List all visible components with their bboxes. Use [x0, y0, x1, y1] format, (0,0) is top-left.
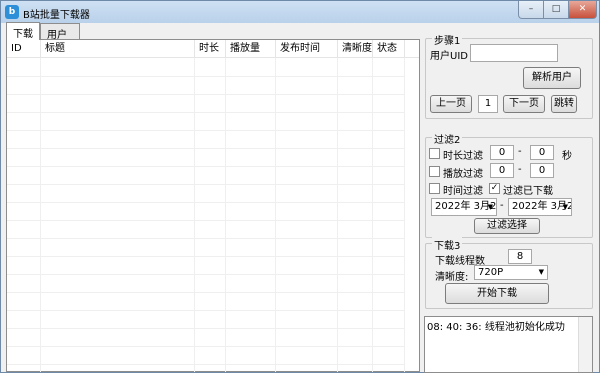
- chevron-down-icon: ▼: [538, 268, 544, 276]
- step1-legend: 步骤1: [432, 32, 463, 47]
- plays-filter-label: 播放过滤: [443, 169, 483, 180]
- start-download-button[interactable]: 开始下载: [445, 283, 549, 304]
- grid-row-line: [7, 202, 405, 203]
- step1-group: 步骤1 用户UID 解析用户 上一页 1 下一页 跳转: [425, 32, 593, 119]
- grid-line: [225, 58, 226, 372]
- grid-row-line: [7, 94, 405, 95]
- column-header-duration[interactable]: 时长: [195, 40, 226, 58]
- grid-row-line: [7, 364, 405, 365]
- filter-downloaded-checkbox[interactable]: ✓: [489, 183, 500, 194]
- date-range-separator: -: [500, 200, 504, 211]
- grid-row-line: [7, 274, 405, 275]
- close-button[interactable]: ✕: [568, 1, 597, 19]
- apply-filter-button[interactable]: 过滤选择: [474, 218, 540, 234]
- uid-input[interactable]: [470, 44, 558, 62]
- chevron-down-icon: ▼: [562, 203, 568, 211]
- quality-select[interactable]: 720P ▼: [474, 265, 548, 280]
- download-group: 下载3 下载线程数 8 清晰度: 720P ▼ 开始下载: [425, 237, 593, 309]
- grid-row-line: [7, 238, 405, 239]
- threads-input[interactable]: 8: [508, 249, 532, 264]
- grid-line: [275, 58, 276, 372]
- column-header-title[interactable]: 标题: [41, 40, 195, 58]
- filter-downloaded-label: 过滤已下载: [503, 186, 553, 197]
- grid-line: [194, 58, 195, 372]
- grid-row-line: [7, 256, 405, 257]
- grid-row-line: [7, 148, 405, 149]
- bilibili-icon: b: [5, 5, 19, 19]
- main-window: b B站批量下载器 – □ ✕ 下载 用户 ID 标题 时长 播放量 发布时间 …: [0, 0, 600, 373]
- seconds-unit-label: 秒: [562, 151, 572, 162]
- minimize-button[interactable]: –: [518, 1, 544, 19]
- column-header-plays[interactable]: 播放量: [226, 40, 276, 58]
- quality-label: 清晰度:: [435, 272, 469, 283]
- table-header: ID 标题 时长 播放量 发布时间 清晰度 状态: [7, 40, 419, 58]
- grid-row-line: [7, 310, 405, 311]
- grid-row-line: [7, 76, 405, 77]
- download-legend: 下载3: [432, 237, 463, 252]
- column-header-status[interactable]: 状态: [373, 40, 405, 58]
- duration-filter-label: 时长过滤: [443, 151, 483, 162]
- grid-row-line: [7, 346, 405, 347]
- grid-line: [404, 58, 405, 372]
- duration-max-input[interactable]: 0: [530, 145, 554, 160]
- plays-range-separator: -: [518, 164, 522, 175]
- time-filter-checkbox[interactable]: [429, 183, 440, 194]
- date-from-picker[interactable]: 2022年 3月2 ▼: [431, 198, 497, 216]
- jump-button[interactable]: 跳转: [551, 95, 577, 113]
- grid-row-line: [7, 184, 405, 185]
- grid-row-line: [7, 130, 405, 131]
- column-header-publish-time[interactable]: 发布时间: [276, 40, 338, 58]
- parse-user-button[interactable]: 解析用户: [523, 67, 581, 89]
- plays-filter-checkbox[interactable]: [429, 166, 440, 177]
- duration-min-input[interactable]: 0: [490, 145, 514, 160]
- log-scrollbar[interactable]: [578, 317, 592, 372]
- grid-row-line: [7, 112, 405, 113]
- tab-user[interactable]: 用户: [40, 23, 80, 41]
- grid-row-line: [7, 220, 405, 221]
- grid-line: [337, 58, 338, 372]
- grid-line: [372, 58, 373, 372]
- window-title: B站批量下载器: [23, 10, 90, 21]
- duration-range-separator: -: [518, 146, 522, 157]
- date-to-picker[interactable]: 2022年 3月2 ▼: [508, 198, 572, 216]
- grid-row-line: [7, 292, 405, 293]
- time-filter-label: 时间过滤: [443, 186, 483, 197]
- duration-filter-checkbox[interactable]: [429, 148, 440, 159]
- grid-row-line: [7, 328, 405, 329]
- uid-label: 用户UID: [430, 51, 468, 62]
- grid-line: [40, 58, 41, 372]
- log-line: 08: 40: 36: 线程池初始化成功: [427, 322, 565, 333]
- grid-row-line: [7, 166, 405, 167]
- title-bar[interactable]: b B站批量下载器 – □ ✕: [1, 1, 599, 23]
- chevron-down-icon: ▼: [487, 203, 493, 211]
- quality-value: 720P: [478, 267, 504, 278]
- column-header-definition[interactable]: 清晰度: [338, 40, 373, 58]
- video-table[interactable]: ID 标题 时长 播放量 发布时间 清晰度 状态: [6, 39, 420, 372]
- log-output[interactable]: 08: 40: 36: 线程池初始化成功: [424, 316, 593, 373]
- maximize-button[interactable]: □: [543, 1, 569, 19]
- column-header-id[interactable]: ID: [7, 40, 41, 58]
- tab-download[interactable]: 下载: [6, 22, 40, 40]
- page-number-input[interactable]: 1: [478, 95, 498, 113]
- filter-group: 过滤2 时长过滤 0 - 0 秒 播放过滤 0 - 0 时间过滤 ✓ 过滤已下载…: [425, 131, 593, 238]
- filter-legend: 过滤2: [432, 131, 463, 146]
- plays-max-input[interactable]: 0: [530, 163, 554, 178]
- prev-page-button[interactable]: 上一页: [430, 95, 472, 113]
- plays-min-input[interactable]: 0: [490, 163, 514, 178]
- next-page-button[interactable]: 下一页: [503, 95, 545, 113]
